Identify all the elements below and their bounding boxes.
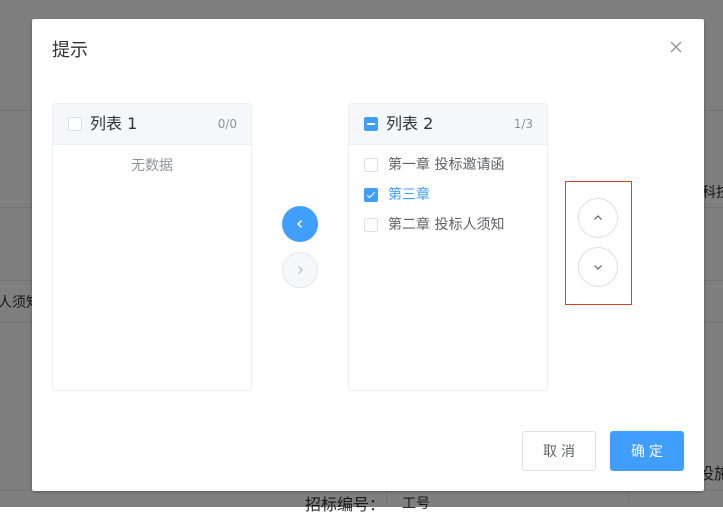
item-label: 第二章 投标人须知 [388,217,505,233]
chevron-up-icon [594,215,602,220]
move-down-button[interactable] [578,247,618,287]
panel-count: 1/3 [513,117,533,131]
item-label: 第一章 投标邀请函 [388,157,505,173]
transfer-panel-left: 列表 1 0/0 无数据 [52,103,252,391]
transfer-panel-right: 列表 2 1/3 第一章 投标邀请函 第三章 第二章 投标人须知 [348,103,548,391]
panel-header: 列表 2 1/3 [349,104,547,145]
dialog-title: 提示 [52,40,88,61]
panel-title: 列表 1 [90,114,138,133]
close-icon[interactable] [668,39,684,55]
move-up-button[interactable] [578,198,618,238]
cancel-button[interactable]: 取消 [522,431,596,471]
move-to-left-button[interactable] [282,206,318,242]
item-label: 第三章 [388,187,430,203]
chevron-down-icon [594,265,602,270]
confirm-button[interactable]: 确定 [610,431,684,471]
chevron-left-icon [297,220,302,228]
panel-title: 列表 2 [386,114,434,133]
sort-controls [565,181,632,305]
list-item[interactable]: 第三章 [364,185,534,205]
panel-count: 0/0 [217,117,237,131]
list-item[interactable]: 第二章 投标人须知 [364,215,534,235]
empty-text: 无数据 [131,158,173,174]
move-to-right-button[interactable] [282,252,318,288]
dialog: 提示 列表 1 0/0 无数据 列表 2 1/3 第一章 投标邀请函 第三章 第… [32,19,704,491]
list-item[interactable]: 第一章 投标邀请函 [364,155,534,175]
chevron-right-icon [298,266,303,274]
panel-header: 列表 1 0/0 [53,104,251,145]
item-checkbox[interactable] [364,158,378,172]
select-all-checkbox[interactable] [364,117,378,131]
item-checkbox[interactable] [364,218,378,232]
item-checkbox[interactable] [364,188,378,202]
select-all-checkbox[interactable] [68,117,82,131]
